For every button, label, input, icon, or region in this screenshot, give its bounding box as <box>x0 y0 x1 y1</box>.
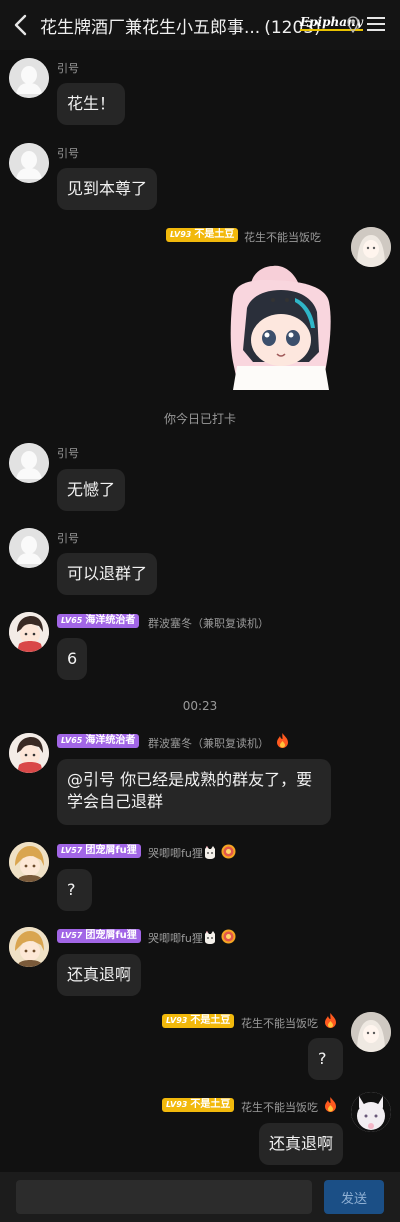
back-arrow-icon[interactable] <box>12 13 30 37</box>
fire-icon <box>325 1013 336 1028</box>
level-badge: LV93 不是土豆 <box>162 1098 235 1112</box>
avatar[interactable] <box>351 1092 391 1132</box>
message-bubble[interactable]: 可以退群了 <box>57 553 158 595</box>
sender-name: 群波塞冬（兼职复读机） <box>148 737 269 750</box>
message-bubble[interactable]: 见到本尊了 <box>57 168 158 210</box>
level-badge: LV65 海洋统治者 <box>57 734 140 748</box>
message-bubble[interactable]: 还真退啊 <box>259 1123 344 1165</box>
sender-name: 引号 <box>57 147 79 160</box>
sender-name: 引号 <box>57 447 79 460</box>
avatar[interactable] <box>9 58 49 98</box>
checkin-notice: 你今日已打卡 <box>163 412 236 426</box>
cat-icon <box>205 846 215 859</box>
level-badge: LV65 海洋统治者 <box>57 614 140 628</box>
message-bubble[interactable]: 6 <box>57 638 88 680</box>
medal-icon <box>221 844 236 859</box>
avatar[interactable] <box>9 733 49 773</box>
medal-icon <box>221 929 236 944</box>
sender-name: 哭唧唧fu狸 <box>148 847 203 860</box>
avatar[interactable] <box>9 528 49 568</box>
sender-name: 花生不能当饭吃 <box>241 1017 318 1030</box>
level-badge: LV93 不是土豆 <box>166 228 239 242</box>
sender-name: 哭唧唧fu狸 <box>148 932 203 945</box>
group-name: 花生牌酒厂兼花生小五郎事... <box>40 18 261 38</box>
pin-icon[interactable] <box>347 16 359 34</box>
avatar[interactable] <box>351 1012 391 1052</box>
group-title[interactable]: 花生牌酒厂兼花生小五郎事... (1203) <box>40 13 321 38</box>
avatar[interactable] <box>9 443 49 483</box>
sender-name: 引号 <box>57 532 79 545</box>
avatar[interactable] <box>351 227 391 267</box>
fire-icon <box>277 733 288 748</box>
timestamp: 00:23 <box>182 699 218 713</box>
sender-name: 花生不能当饭吃 <box>241 1101 318 1114</box>
send-button[interactable]: 发送 <box>324 1180 384 1214</box>
message-bubble[interactable]: ? <box>57 869 92 911</box>
level-badge: LV57 团宠屑fu狸 <box>57 929 141 943</box>
chat-header: 花生牌酒厂兼花生小五郎事... (1203) Epiphany <box>0 0 400 50</box>
message-input[interactable] <box>16 1180 312 1214</box>
avatar[interactable] <box>9 612 49 652</box>
avatar[interactable] <box>9 842 49 882</box>
input-bar: 发送 <box>0 1172 400 1222</box>
message-bubble[interactable]: @引号 你已经是成熟的群友了，要学会自己退群 <box>57 759 331 825</box>
sender-name: 群波塞冬（兼职复读机） <box>148 617 269 630</box>
avatar[interactable] <box>9 143 49 183</box>
menu-icon[interactable] <box>367 15 385 33</box>
message-bubble[interactable]: 还真退啊 <box>57 954 142 996</box>
sender-name: 花生不能当饭吃 <box>244 231 321 244</box>
sticker-image[interactable] <box>225 262 337 390</box>
level-badge: LV57 团宠屑fu狸 <box>57 844 141 858</box>
fire-icon <box>325 1097 336 1112</box>
message-bubble[interactable]: ? <box>308 1038 343 1080</box>
message-bubble[interactable]: 花生！ <box>57 83 126 125</box>
avatar[interactable] <box>9 927 49 967</box>
cat-icon <box>205 931 215 944</box>
level-badge: LV93 不是土豆 <box>162 1014 235 1028</box>
message-bubble[interactable]: 无憾了 <box>57 469 126 511</box>
sender-name: 引号 <box>57 62 79 75</box>
